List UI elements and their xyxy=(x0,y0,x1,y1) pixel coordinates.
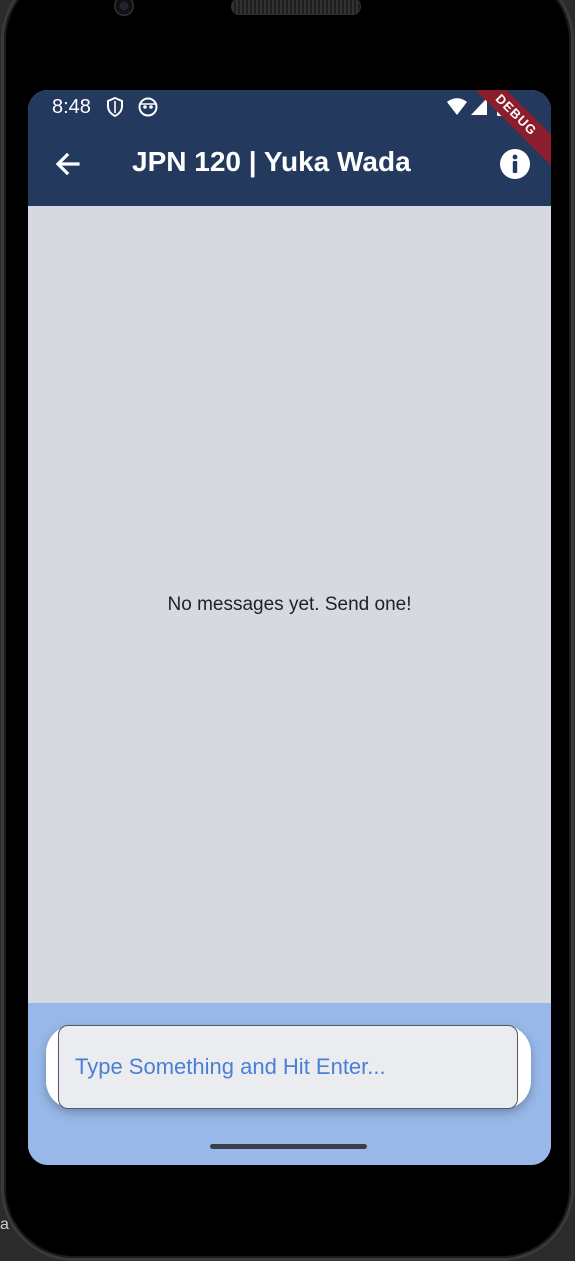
shield-icon xyxy=(107,97,123,117)
arrow-back-icon[interactable] xyxy=(50,146,86,182)
app-bar: JPN 120 | Yuka Wada xyxy=(28,124,551,206)
android-head-icon xyxy=(138,97,158,117)
wifi-icon xyxy=(447,98,467,115)
message-list: No messages yet. Send one! xyxy=(28,206,551,1003)
message-composer xyxy=(28,1003,551,1165)
front-camera xyxy=(114,0,134,16)
page-title: JPN 120 | Yuka Wada xyxy=(132,146,411,177)
home-indicator[interactable] xyxy=(210,1144,367,1149)
message-input[interactable] xyxy=(58,1025,518,1109)
earpiece-speaker xyxy=(231,0,361,15)
empty-state-text: No messages yet. Send one! xyxy=(167,594,412,615)
emulator-frame: 8:48 JPN 120 | Yuka Wada DEBUG No messag… xyxy=(0,0,575,1261)
phone-screen: 8:48 JPN 120 | Yuka Wada DEBUG No messag… xyxy=(28,90,551,1165)
input-container xyxy=(46,1025,531,1109)
status-bar: 8:48 xyxy=(28,90,551,124)
status-time: 8:48 xyxy=(52,96,91,118)
info-icon[interactable] xyxy=(499,148,531,180)
edge-text-fragment: a xyxy=(0,1216,9,1233)
